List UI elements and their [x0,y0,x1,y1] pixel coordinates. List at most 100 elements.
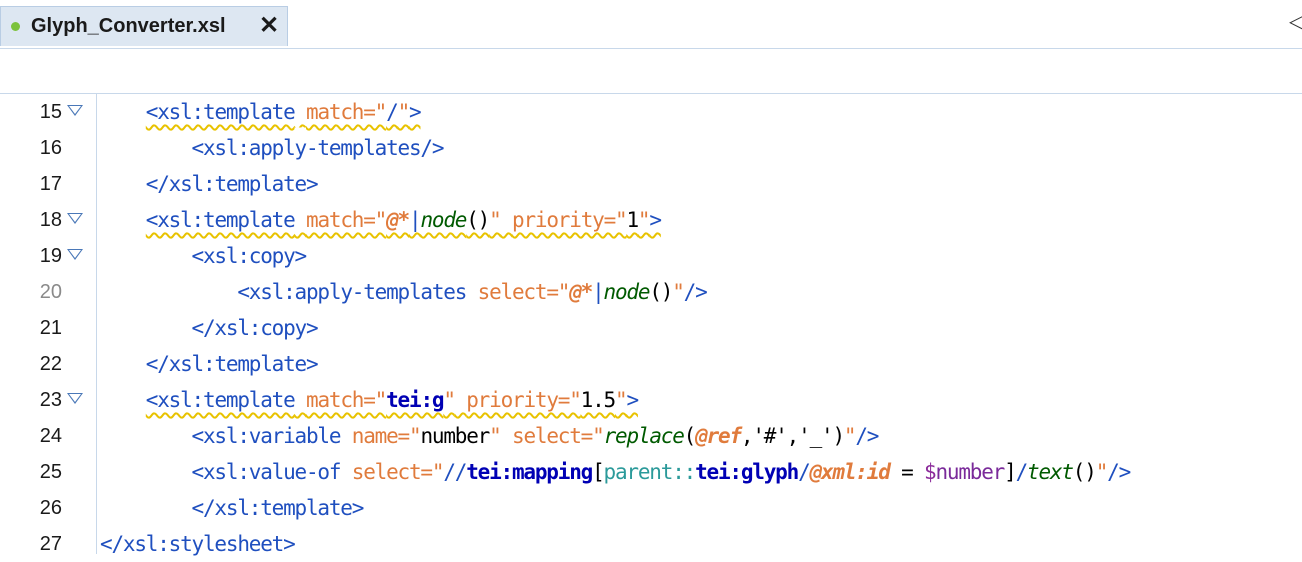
code-token: node [603,280,651,304]
code-line[interactable]: 27 </xsl:stylesheet> [0,526,1302,562]
code-line[interactable]: 21 </xsl:copy> [0,310,1302,346]
file-tab-title[interactable]: Glyph_Converter.xsl [31,15,226,38]
code-token: $ [923,460,937,484]
code-text[interactable]: </xsl:template> [100,490,365,526]
code-token: priority=" [512,208,628,232]
code-token: ( [683,424,697,448]
fold-toggle-icon[interactable] [67,213,83,224]
code-text[interactable]: <xsl:copy> [100,238,308,274]
line-number: 21 [39,317,62,339]
fold-toggle-icon[interactable] [67,393,83,404]
file-tab[interactable]: Glyph_Converter.xsl ✕ [0,6,288,46]
code-line[interactable]: 15 <xsl:template match="/"> [0,94,1302,130]
code-token: / [386,100,399,124]
code-token: ] [1004,460,1017,484]
code-token: > [626,388,639,412]
code-token: /> [855,424,879,448]
code-editor[interactable]: 15 <xsl:template match="/"> 16 <xsl:apply… [0,94,1302,556]
code-text[interactable]: <xsl:value-of select="//tei:mapping[pare… [100,454,1132,490]
code-token: " [1095,460,1109,484]
code-token: <xsl:template [145,100,296,124]
code-line[interactable]: 17 </xsl:template> [0,166,1302,202]
code-text[interactable]: </xsl:template> [100,166,319,202]
code-token: " [489,424,502,448]
code-line[interactable]: 25 <xsl:value-of select="//tei:mapping[p… [0,454,1302,490]
file-status-dot-icon [11,22,20,31]
code-line[interactable]: 18 <xsl:template match="@*|node()" prior… [0,202,1302,238]
line-number: 24 [39,425,62,447]
fold-toggle-icon[interactable] [67,249,83,260]
code-token: number [935,460,1005,484]
code-text[interactable]: <xsl:template match="@*|node()" priority… [100,202,662,238]
code-text[interactable]: <xsl:variable name="number" select="repl… [100,418,880,454]
code-line[interactable]: 20 <xsl:apply-templates select="@*|node(… [0,274,1302,310]
line-number: 15 [39,101,62,123]
code-text[interactable]: <xsl:template match="/"> [100,94,422,130]
code-token: tei:glyph [695,460,799,484]
code-token: parent:: [603,460,697,484]
code-text[interactable]: <xsl:apply-templates/> [100,130,445,166]
code-text[interactable]: </xsl:template> [100,346,319,382]
line-number: 22 [39,353,62,375]
code-line[interactable]: 23 <xsl:template match="tei:g" priority=… [0,382,1302,418]
code-token: @ref [695,424,742,448]
fold-toggle-icon[interactable] [67,105,83,116]
code-token: number [420,424,490,448]
code-token: /> [1107,460,1131,484]
line-number: 25 [39,461,62,483]
code-token: / [1015,460,1029,484]
code-token: /> [683,280,708,304]
code-line[interactable]: 16 <xsl:apply-templates/> [0,130,1302,166]
code-token: // [443,460,467,484]
code-token: <xsl:copy> [191,244,308,268]
code-token: | [409,208,422,232]
line-number: 26 [39,497,62,519]
code-token: " [843,424,857,448]
code-token: = [889,460,924,484]
close-tab-icon[interactable]: ✕ [259,11,279,40]
code-token: select=" [512,424,605,448]
breadcrumb-strip [0,49,1302,94]
code-token: " [637,208,651,232]
code-text[interactable]: </xsl:stylesheet> [100,526,296,562]
code-token: ,'#','_') [740,424,845,448]
code-token: [ [592,460,605,484]
code-line[interactable]: 24 <xsl:variable name="number" select="r… [0,418,1302,454]
code-token: </xsl:template> [145,352,319,376]
collapse-panel-icon[interactable]: ◁ [1289,9,1302,34]
code-text[interactable]: </xsl:copy> [100,310,319,346]
line-number: 23 [39,389,62,411]
code-token: @xml:id [809,460,891,484]
editor-tab-bar: Glyph_Converter.xsl ✕ ◁ [0,0,1302,49]
code-token: </xsl:template> [145,172,319,196]
line-number: 16 [39,137,62,159]
code-token: () [466,208,490,232]
code-line[interactable]: 22 </xsl:template> [0,346,1302,382]
code-text[interactable]: <xsl:template match="tei:g" priority="1.… [100,382,639,418]
code-line[interactable]: 19 <xsl:copy> [0,238,1302,274]
line-number: 19 [39,245,62,267]
code-token: replace [603,424,685,448]
code-token: match=" [306,388,387,412]
code-line[interactable]: 26 </xsl:template> [0,490,1302,526]
code-token: <xsl:template [145,208,296,232]
code-token: " [443,388,456,412]
code-token: name=" [351,424,422,448]
code-token: </xsl:stylesheet> [100,532,296,556]
code-token: @* [569,280,593,304]
code-token: <xsl:template [145,388,296,412]
code-token: tei:g [386,388,444,412]
code-text[interactable]: <xsl:apply-templates select="@*|node()"/… [100,274,707,310]
code-token: 1.5 [580,388,617,412]
code-token: " [672,280,685,304]
